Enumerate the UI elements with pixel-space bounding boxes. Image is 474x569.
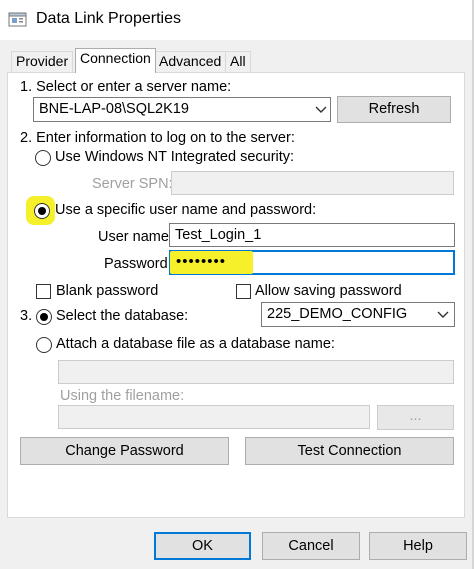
tab-advanced[interactable]: Advanced xyxy=(154,51,227,72)
cancel-button[interactable]: Cancel xyxy=(262,532,360,560)
database-combo[interactable]: 225_DEMO_CONFIG xyxy=(261,302,455,327)
attach-database-radio[interactable] xyxy=(36,337,52,353)
username-label: User name: xyxy=(98,229,173,245)
server-combo[interactable]: BNE-LAP-08\SQL2K19 xyxy=(33,97,331,122)
attach-database-label: Attach a database file as a database nam… xyxy=(56,336,335,352)
tab-provider[interactable]: Provider xyxy=(11,51,74,72)
step3-number: 3. xyxy=(20,308,33,324)
username-input[interactable]: Test_Login_1 xyxy=(169,223,455,247)
blank-password-label: Blank password xyxy=(56,283,159,299)
use-windows-label: Use Windows NT Integrated security: xyxy=(55,149,295,165)
server-spn-label: Server SPN: xyxy=(92,176,173,192)
change-password-button[interactable]: Change Password xyxy=(20,437,229,465)
use-specific-label: Use a specific user name and password: xyxy=(55,202,317,218)
tab-connection[interactable]: Connection xyxy=(75,48,156,73)
select-database-radio[interactable] xyxy=(36,309,52,325)
tab-all[interactable]: All xyxy=(225,51,251,72)
refresh-button[interactable]: Refresh xyxy=(337,96,451,123)
attach-database-input[interactable] xyxy=(58,360,454,384)
use-windows-radio[interactable] xyxy=(35,150,51,166)
chevron-down-icon[interactable] xyxy=(312,98,330,121)
chevron-down-icon[interactable] xyxy=(434,303,452,326)
step2-label: 2. Enter information to log on to the se… xyxy=(20,130,295,146)
allow-saving-checkbox[interactable] xyxy=(236,284,251,299)
using-filename-label: Using the filename: xyxy=(60,388,185,404)
ok-button[interactable]: OK xyxy=(154,532,251,560)
blank-password-checkbox[interactable] xyxy=(36,284,51,299)
server-value: BNE-LAP-08\SQL2K19 xyxy=(39,101,189,117)
step1-label: 1. Select or enter a server name: xyxy=(20,79,232,95)
test-connection-button[interactable]: Test Connection xyxy=(245,437,454,465)
filename-input[interactable] xyxy=(58,405,370,429)
use-specific-radio[interactable] xyxy=(34,203,50,219)
help-button[interactable]: Help xyxy=(369,532,467,560)
allow-saving-label: Allow saving password xyxy=(255,283,402,299)
window-title: Data Link Properties xyxy=(36,10,181,27)
select-database-label: Select the database: xyxy=(56,308,189,324)
database-value: 225_DEMO_CONFIG xyxy=(267,306,408,322)
browse-button[interactable]: ... xyxy=(377,405,454,430)
password-mask: •••••••• xyxy=(176,253,227,270)
data-link-icon xyxy=(8,10,28,28)
server-spn-input[interactable] xyxy=(171,171,454,195)
password-label: Password: xyxy=(104,256,172,272)
